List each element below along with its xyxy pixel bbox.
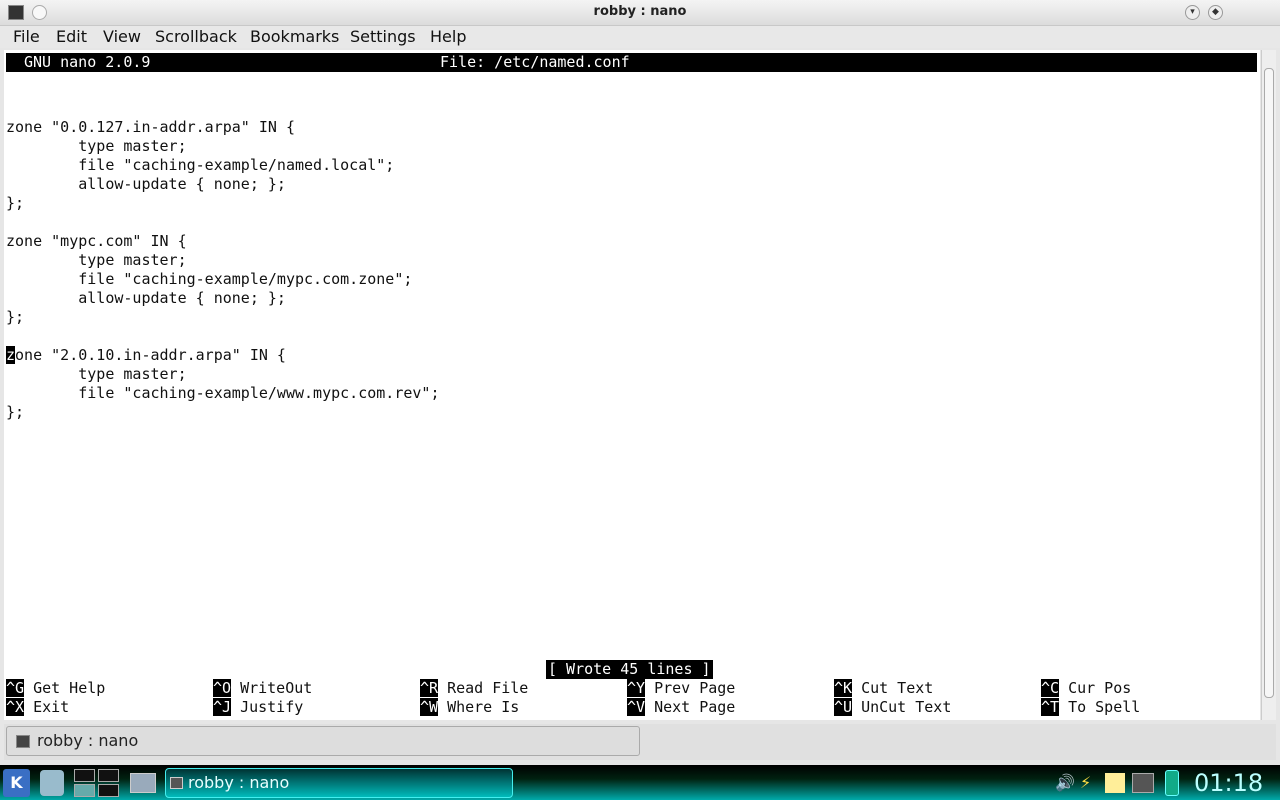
scrollbar[interactable] [1261, 50, 1276, 720]
shortcut-key: ^V [627, 698, 646, 716]
desktop-pager[interactable] [74, 769, 120, 799]
shortcut-prev-page[interactable]: ^Y Prev Page [627, 679, 735, 698]
shortcut-key: ^T [1041, 698, 1060, 716]
terminal-icon [16, 735, 30, 748]
shortcut-key: ^C [1041, 679, 1060, 697]
network-icon[interactable] [40, 770, 64, 796]
shortcut-exit[interactable]: ^X Exit [6, 698, 69, 717]
editor-line: allow-update { none; }; [6, 175, 286, 193]
status-message: [ Wrote 45 lines ] [546, 660, 713, 679]
shortcut-label: Get Help [33, 679, 106, 697]
shortcut-label: Where Is [447, 698, 520, 716]
shortcut-next-page[interactable]: ^V Next Page [627, 698, 735, 717]
shortcut-label: Justify [240, 698, 304, 716]
line-text: one "2.0.10.in-addr.arpa" IN { [15, 346, 286, 364]
shortcut-key: ^W [420, 698, 439, 716]
terminal-icon [170, 777, 183, 789]
minimize-button[interactable]: ▾ [1185, 5, 1200, 20]
menu-bookmarks[interactable]: Bookmarks [250, 27, 339, 46]
battery-icon[interactable] [1165, 770, 1179, 796]
shortcut-cur-pos[interactable]: ^C Cur Pos [1041, 679, 1131, 698]
editor-line: file "caching-example/www.mypc.com.rev"; [6, 384, 440, 402]
shortcut-label: Cur Pos [1068, 679, 1132, 697]
power-icon[interactable]: ⚡ [1080, 773, 1098, 793]
editor-line: file "caching-example/mypc.com.zone"; [6, 270, 413, 288]
nano-filename: File: /etc/named.conf [440, 53, 630, 71]
editor-line: type master; [6, 251, 187, 269]
close-button[interactable] [1231, 5, 1246, 20]
shortcut-label: WriteOut [240, 679, 313, 697]
editor-line: type master; [6, 137, 187, 155]
editor-line: file "caching-example/named.local"; [6, 156, 395, 174]
shortcut-key: ^O [213, 679, 232, 697]
editor-line: }; [6, 403, 25, 421]
shortcut-key: ^G [6, 679, 25, 697]
shortcut-justify[interactable]: ^J Justify [213, 698, 303, 717]
title-bar: robby : nano ▾ ◆ [0, 0, 1280, 26]
shortcut-key: ^J [213, 698, 232, 716]
nano-header: GNU nano 2.0.9 File: /etc/named.conf [6, 53, 1257, 72]
menu-scrollback[interactable]: Scrollback [155, 27, 237, 46]
shortcut-label: UnCut Text [861, 698, 952, 716]
window-title: robby : nano [593, 4, 687, 19]
menu-settings[interactable]: Settings [350, 27, 416, 46]
show-desktop-icon[interactable] [130, 773, 156, 793]
editor-line: type master; [6, 365, 187, 383]
clock[interactable]: 01:18 [1194, 769, 1263, 797]
tab-bar: robby : nano [4, 724, 1276, 760]
shortcut-label: Exit [33, 698, 70, 716]
shortcut-label: Next Page [654, 698, 736, 716]
menu-edit[interactable]: Edit [56, 27, 87, 46]
editor-line: zone "mypc.com" IN { [6, 232, 187, 250]
shortcut-key: ^U [834, 698, 853, 716]
nano-version: GNU nano 2.0.9 [24, 53, 151, 71]
taskbar-item-robby-nano[interactable]: robby : nano [165, 768, 513, 798]
editor-line: }; [6, 194, 25, 212]
shortcut-writeout[interactable]: ^O WriteOut [213, 679, 312, 698]
editor-line: allow-update { none; }; [6, 289, 286, 307]
shortcut-label: To Spell [1068, 698, 1141, 716]
volume-icon[interactable]: 🔊 [1055, 773, 1075, 793]
menu-help[interactable]: Help [430, 27, 466, 46]
menu-view[interactable]: View [103, 27, 141, 46]
clipboard-icon[interactable] [1105, 773, 1125, 793]
kde-menu-button[interactable]: K [3, 769, 30, 797]
shortcut-label: Cut Text [861, 679, 934, 697]
shortcut-key: ^K [834, 679, 853, 697]
shortcut-key: ^Y [627, 679, 646, 697]
shortcut-key: ^X [6, 698, 25, 716]
shortcut-read-file[interactable]: ^R Read File [420, 679, 528, 698]
scrollbar-thumb[interactable] [1264, 68, 1274, 698]
editor-line: zone "0.0.127.in-addr.arpa" IN { [6, 118, 295, 136]
shortcut-label: Read File [447, 679, 529, 697]
shortcut-label: Prev Page [654, 679, 736, 697]
maximize-button[interactable]: ◆ [1208, 5, 1223, 20]
text-cursor: z [6, 346, 16, 364]
menu-bar: File Edit View Scrollback Bookmarks Sett… [0, 26, 1280, 48]
editor-line: }; [6, 308, 25, 326]
shortcut-where-is[interactable]: ^W Where Is [420, 698, 519, 717]
tab-label: robby : nano [37, 731, 139, 750]
tab-robby-nano[interactable]: robby : nano [6, 726, 640, 756]
shortcut-get-help[interactable]: ^G Get Help [6, 679, 105, 698]
editor-line: zone "2.0.10.in-addr.arpa" IN { [6, 346, 286, 365]
task-label: robby : nano [188, 773, 290, 792]
taskbar: K robby : nano 🔊 ⚡ 01:18 [0, 765, 1280, 800]
shortcut-uncut-text[interactable]: ^U UnCut Text [834, 698, 951, 717]
network-monitor-icon[interactable] [1132, 773, 1154, 793]
menu-file[interactable]: File [13, 27, 40, 46]
shortcut-key: ^R [420, 679, 439, 697]
shortcut-cut-text[interactable]: ^K Cut Text [834, 679, 933, 698]
shortcut-to-spell[interactable]: ^T To Spell [1041, 698, 1140, 717]
terminal-area[interactable]: GNU nano 2.0.9 File: /etc/named.conf zone… [4, 50, 1260, 720]
